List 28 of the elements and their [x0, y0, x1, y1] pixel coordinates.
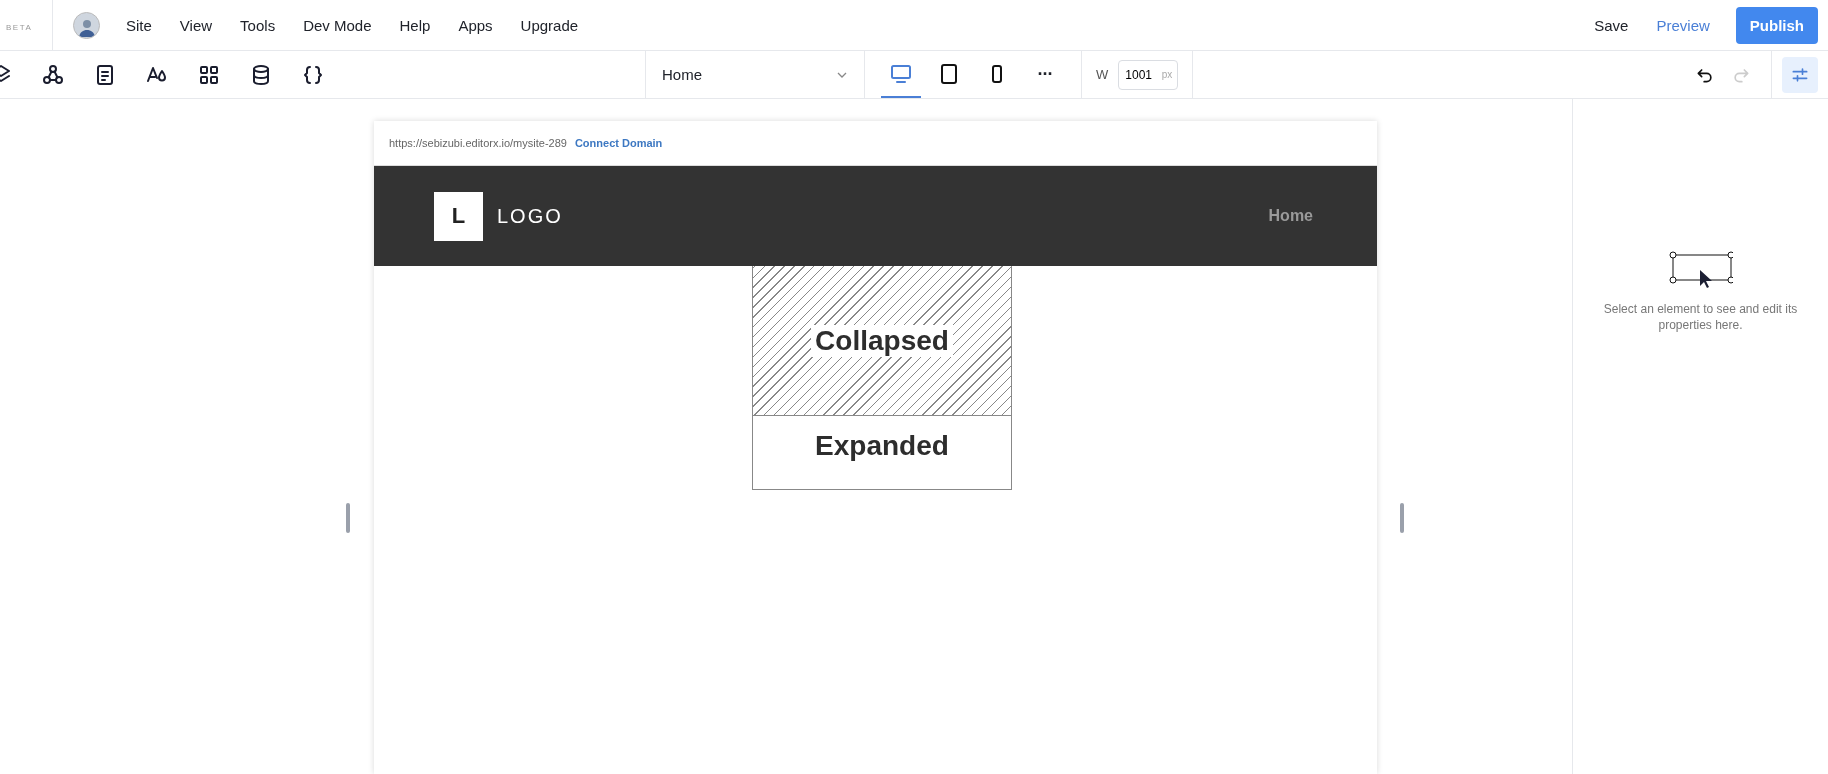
menu-item[interactable]: View [167, 10, 225, 40]
properties-toggle-button[interactable] [1782, 56, 1818, 93]
more-button[interactable]: ··· [1025, 51, 1065, 98]
save-button[interactable]: Save [1580, 8, 1643, 42]
logo-text: LOGO [497, 204, 563, 228]
selection-cursor-drawing [1668, 251, 1733, 291]
unit-label: px [1161, 68, 1173, 80]
page-dropdown[interactable]: Home [645, 51, 865, 98]
menu-item[interactable]: Apps [446, 10, 505, 40]
avatar[interactable] [73, 11, 100, 39]
menu-item[interactable]: Upgrade [508, 10, 591, 40]
empty-state-text: Select an element to see and edit its properties here. [1602, 301, 1799, 333]
site-url: https://sebizubi.editorx.io/mysite-289 [389, 137, 567, 149]
section-title: Collapsed [811, 324, 953, 357]
logo-mark: L [434, 191, 483, 241]
publish-button[interactable]: Publish [1735, 6, 1818, 44]
menu-item[interactable]: Site [114, 10, 164, 40]
beta-label: BETA [5, 23, 33, 32]
menu-item[interactable]: Tools [228, 10, 288, 40]
connected-nodes-icon[interactable] [41, 62, 65, 87]
nav-link[interactable]: Home [1268, 207, 1313, 225]
connect-domain-link[interactable]: Connect Domain [574, 137, 663, 149]
preview-button[interactable]: Preview [1642, 8, 1724, 42]
resize-handle[interactable] [346, 503, 350, 533]
menu-item[interactable]: Help [387, 10, 443, 40]
width-label: W [1096, 67, 1109, 82]
resize-handle[interactable] [1400, 503, 1404, 533]
menu-item[interactable]: Dev Mode [291, 10, 384, 40]
